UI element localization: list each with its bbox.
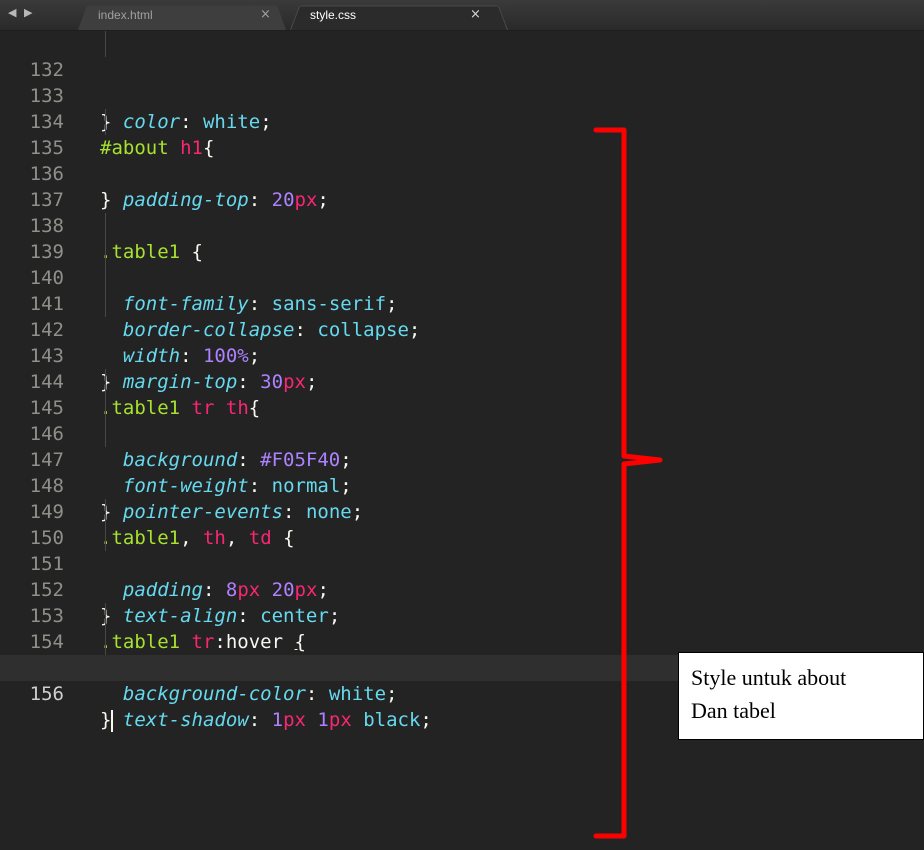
code-line: 134 #about h1{ xyxy=(0,83,924,159)
annotation-line-2: Dan tabel xyxy=(691,698,776,723)
code-line: 154 background-color: white; xyxy=(0,603,924,705)
code-line: 144 .table1 tr th{ xyxy=(0,343,924,419)
code-line: 147 pointer-events: none; xyxy=(0,421,924,523)
code-line: 139 font-family: sans-serif; xyxy=(0,213,924,315)
code-line: 151 text-align: center; xyxy=(0,525,924,627)
annotation-callout: Style untuk about Dan tabel xyxy=(678,652,924,740)
code-line: 150 padding: 8px 20px; xyxy=(0,499,924,601)
code-line: 152 } xyxy=(0,551,924,627)
code-line: 146 font-weight: normal; xyxy=(0,395,924,497)
tab-index-html[interactable]: index.html × xyxy=(78,3,286,31)
close-icon[interactable]: × xyxy=(260,7,271,22)
code-line: 145 background: #F05F40; xyxy=(0,369,924,471)
text-cursor xyxy=(111,709,114,732)
tab-label: style.css xyxy=(310,8,357,22)
annotation-line-1: Style untuk about xyxy=(691,665,847,690)
code-line: 138 .table1 { xyxy=(0,187,924,263)
code-line: 153 .table1 tr:hover { xyxy=(0,577,924,653)
code-line: 148 } xyxy=(0,447,924,523)
code-line: 136 } xyxy=(0,135,924,211)
code-line: 133 } xyxy=(0,57,924,133)
code-line: 141 width: 100%; xyxy=(0,265,924,367)
red-curly-brace xyxy=(593,127,663,839)
code-line: 135 padding-top: 20px; xyxy=(0,109,924,211)
code-line: 132 color: white; xyxy=(0,31,924,133)
code-line: 142 margin-top: 30px; xyxy=(0,291,924,393)
code-line: 143 } xyxy=(0,317,924,393)
tab-bar: ◀ ▶ index.html × style.css × xyxy=(0,0,924,31)
code-line: 140 border-collapse: collapse; xyxy=(0,239,924,341)
line-number: 156 xyxy=(29,683,64,705)
code-line: 149 .table1, th, td { xyxy=(0,473,924,549)
tab-nav-arrows-icon[interactable]: ◀ ▶ xyxy=(8,6,34,19)
tab-label: index.html xyxy=(98,8,153,22)
code-line: 137 xyxy=(0,161,924,211)
tab-style-css[interactable]: style.css × xyxy=(290,3,508,31)
annotation-brace xyxy=(593,127,663,839)
close-icon[interactable]: × xyxy=(470,7,481,22)
